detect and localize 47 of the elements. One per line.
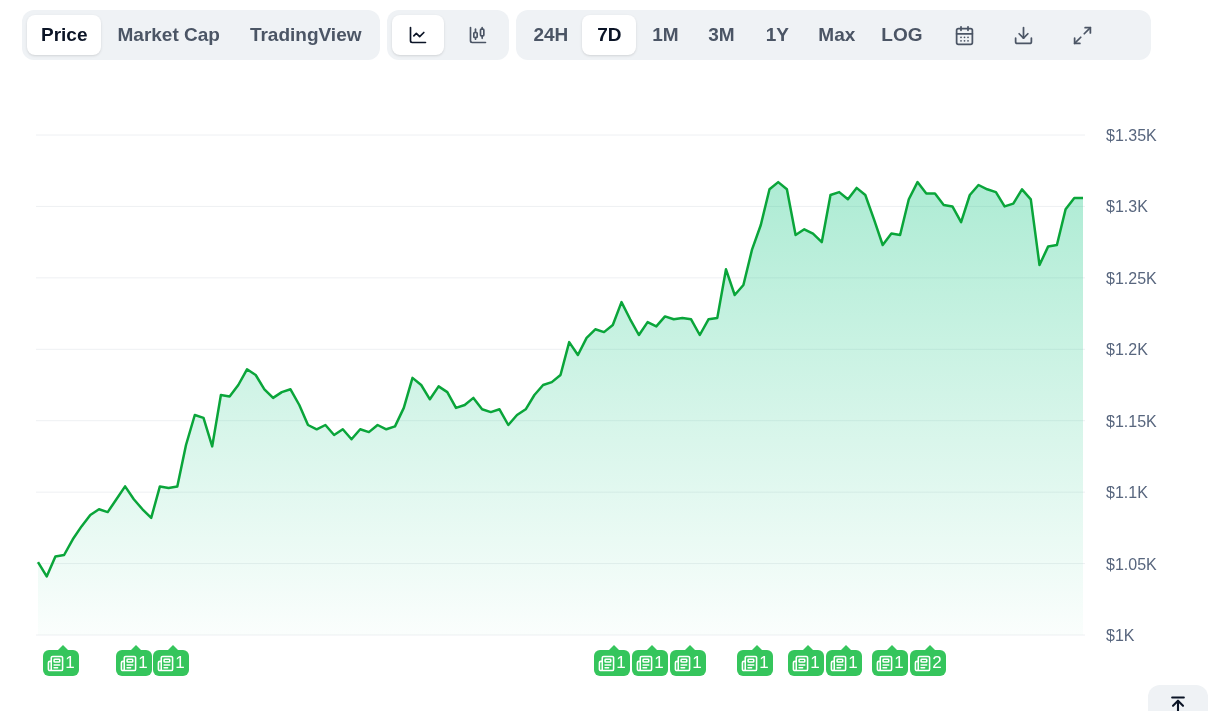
newspaper-icon: [914, 654, 932, 672]
marker-pointer: [168, 645, 178, 650]
range-tab[interactable]: Max: [806, 15, 868, 55]
range-tab[interactable]: 3M: [694, 15, 749, 55]
marker-pointer: [887, 645, 897, 650]
marker-pointer: [647, 645, 657, 650]
line-chart-icon: [408, 25, 429, 45]
chart-type-tab[interactable]: Price: [27, 15, 102, 55]
newspaper-icon: [830, 654, 848, 672]
marker-pointer: [58, 645, 68, 650]
calendar-icon: [954, 24, 976, 46]
chart-type-tab[interactable]: TradingView: [235, 15, 376, 55]
download-icon: [1013, 24, 1035, 46]
marker-pointer: [685, 645, 695, 650]
newspaper-icon: [792, 654, 810, 672]
marker-pointer: [131, 645, 141, 650]
axis-label: $1.2K: [1106, 341, 1148, 359]
newspaper-icon: [674, 654, 692, 672]
axis-label: $1K: [1106, 627, 1135, 644]
newspaper-icon: [741, 654, 759, 672]
newspaper-icon: [47, 654, 65, 672]
axis-label: $1.1K: [1106, 484, 1148, 502]
candlestick-icon: [468, 25, 489, 45]
axis-label: $1.35K: [1106, 127, 1157, 144]
axis-label: $1.15K: [1106, 412, 1157, 430]
arrow-up-to-line-icon: [1168, 695, 1188, 711]
axis-label: $1.05K: [1106, 555, 1157, 573]
range-tab[interactable]: 24H: [521, 15, 581, 55]
axis-label: $1.3K: [1106, 198, 1148, 216]
newspaper-icon: [876, 654, 894, 672]
expand-icon: [1072, 24, 1094, 46]
chart-type-tab[interactable]: Market Cap: [103, 15, 234, 55]
marker-pointer: [803, 645, 813, 650]
marker-pointer: [925, 645, 935, 650]
newspaper-icon: [157, 654, 175, 672]
newspaper-icon: [598, 654, 616, 672]
axis-label: $1.25K: [1106, 269, 1157, 287]
range-tab[interactable]: 1Y: [750, 15, 805, 55]
newspaper-icon: [120, 654, 138, 672]
range-tab[interactable]: 1M: [638, 15, 693, 55]
marker-pointer: [609, 645, 619, 650]
marker-pointer: [841, 645, 851, 650]
range-tab[interactable]: 7D: [582, 15, 637, 55]
newspaper-icon: [636, 654, 654, 672]
marker-pointer: [752, 645, 762, 650]
line-chart-button[interactable]: [392, 15, 445, 55]
range-tab[interactable]: LOG: [869, 15, 935, 55]
